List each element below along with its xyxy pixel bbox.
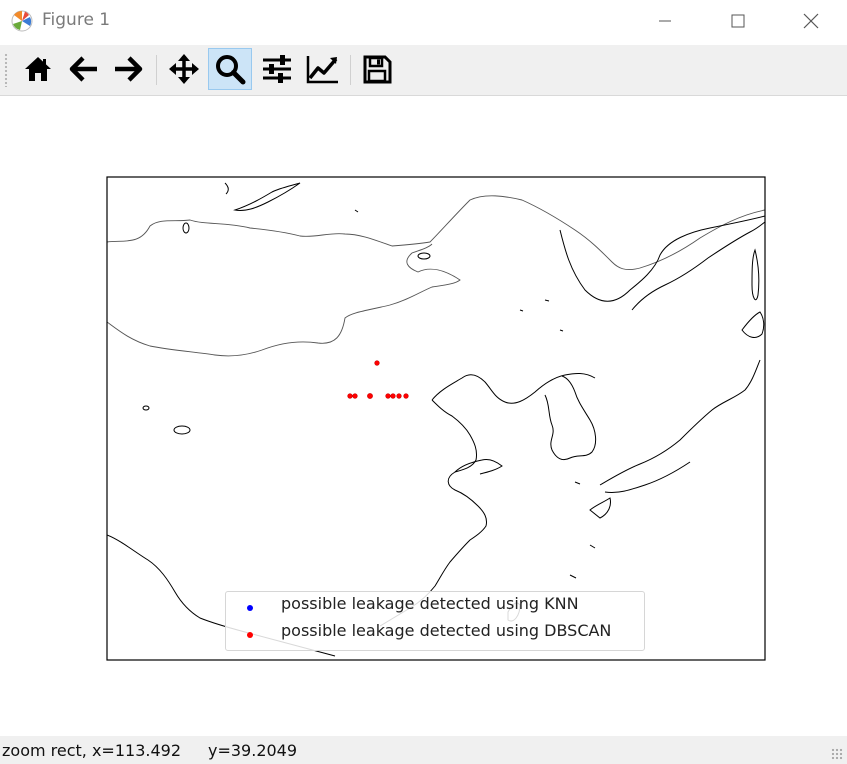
pan-button[interactable] bbox=[162, 48, 206, 90]
dbscan-marker bbox=[374, 360, 380, 366]
resize-grip-icon[interactable] bbox=[831, 748, 843, 760]
legend-marker-blue-icon bbox=[247, 605, 253, 611]
legend-entry-dbscan: possible leakage detected using DBSCAN bbox=[226, 621, 644, 647]
close-button[interactable] bbox=[783, 0, 839, 42]
magnifier-icon bbox=[216, 55, 246, 85]
dbscan-marker bbox=[403, 393, 409, 399]
status-coordinates-x: zoom rect, x=113.492 bbox=[2, 741, 181, 760]
arrow-left-icon bbox=[69, 56, 97, 82]
legend-marker-red-icon bbox=[247, 632, 253, 638]
window-titlebar: Figure 1 bbox=[0, 0, 847, 42]
save-button[interactable] bbox=[355, 48, 399, 90]
floppy-disk-icon bbox=[363, 55, 392, 84]
legend-label-knn: possible leakage detected using KNN bbox=[281, 594, 579, 613]
minimize-icon bbox=[659, 20, 671, 22]
back-button[interactable] bbox=[62, 48, 106, 90]
sliders-icon bbox=[263, 55, 291, 83]
toolbar-grip[interactable] bbox=[4, 53, 8, 87]
home-icon bbox=[25, 57, 51, 81]
dbscan-markers bbox=[347, 360, 409, 399]
zoom-button[interactable] bbox=[208, 48, 252, 90]
matplotlib-app-icon bbox=[10, 9, 34, 33]
toolbar-separator bbox=[156, 55, 157, 85]
edit-axes-button[interactable] bbox=[301, 48, 345, 90]
maximize-button[interactable] bbox=[710, 0, 766, 42]
dbscan-marker bbox=[396, 393, 402, 399]
dbscan-marker bbox=[367, 393, 373, 399]
forward-button[interactable] bbox=[106, 48, 150, 90]
subplots-button[interactable] bbox=[255, 48, 299, 90]
home-button[interactable] bbox=[16, 48, 60, 90]
line-chart-icon bbox=[306, 56, 338, 84]
arrow-right-icon bbox=[115, 56, 143, 82]
dbscan-marker bbox=[352, 393, 358, 399]
close-icon bbox=[803, 13, 819, 29]
map-coastlines bbox=[107, 182, 765, 657]
minimize-button[interactable] bbox=[637, 0, 693, 42]
window-title: Figure 1 bbox=[42, 10, 111, 30]
status-bar: zoom rect, x=113.492 y=39.2049 bbox=[0, 736, 847, 764]
figure-canvas[interactable]: possible leakage detected using KNN poss… bbox=[0, 96, 847, 736]
status-coordinates-y: y=39.2049 bbox=[208, 741, 298, 760]
maximize-icon bbox=[731, 14, 745, 28]
toolbar-separator bbox=[350, 55, 351, 85]
navigation-toolbar bbox=[0, 45, 847, 96]
dbscan-marker bbox=[385, 393, 391, 399]
move-icon bbox=[169, 54, 199, 84]
plot-legend[interactable]: possible leakage detected using KNN poss… bbox=[225, 591, 645, 651]
legend-entry-knn: possible leakage detected using KNN bbox=[226, 594, 644, 620]
dbscan-marker bbox=[347, 393, 353, 399]
dbscan-marker bbox=[390, 393, 396, 399]
axes-frame bbox=[106, 176, 766, 661]
legend-label-dbscan: possible leakage detected using DBSCAN bbox=[281, 621, 612, 640]
